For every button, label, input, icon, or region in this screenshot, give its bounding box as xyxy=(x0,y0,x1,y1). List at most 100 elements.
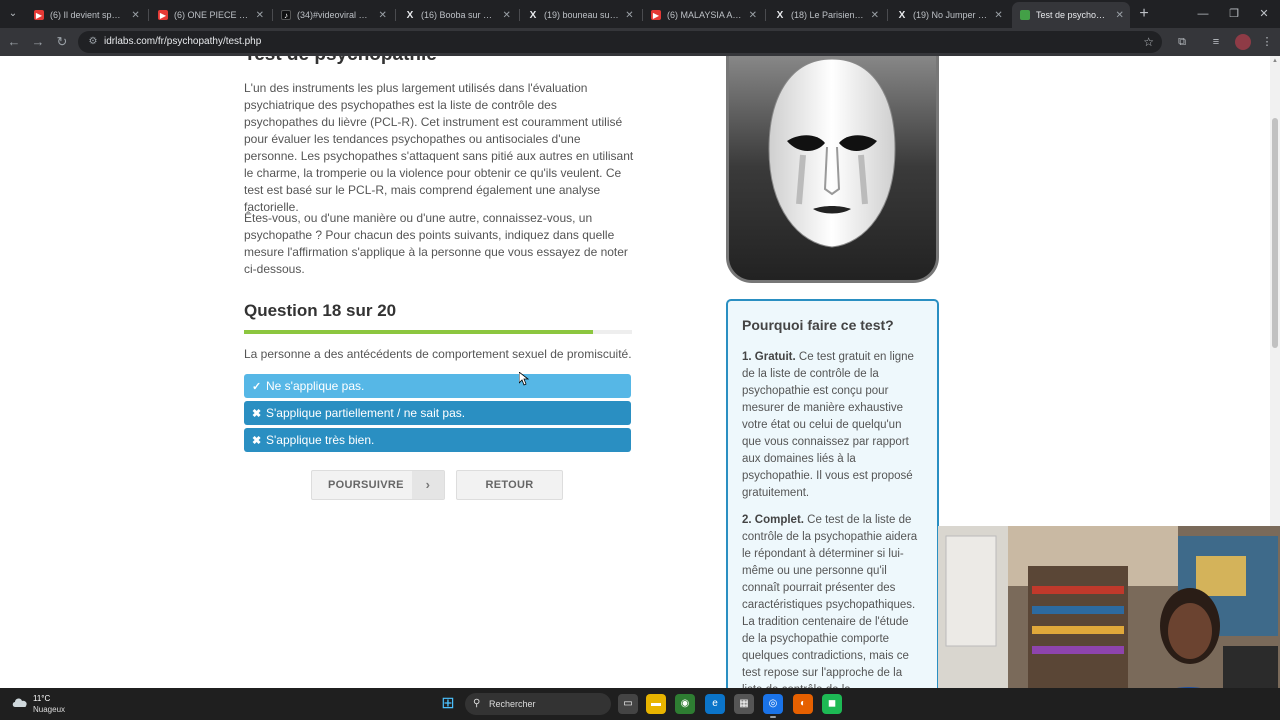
why-title: Pourquoi faire ce test? xyxy=(742,317,894,333)
firefox-icon[interactable]: ◐ xyxy=(793,694,813,714)
question-heading: Question 18 sur 20 xyxy=(244,301,397,320)
close-tab-icon[interactable]: ✕ xyxy=(749,10,757,21)
site-info-icon[interactable]: ⚙ xyxy=(86,35,100,49)
tab-title: (19) No Jumper sur X xyxy=(913,10,988,20)
weather-temperature[interactable]: 11°C xyxy=(33,694,50,703)
tab-title: (18) Le Parisien sur X xyxy=(791,10,865,20)
address-bar[interactable]: ⚙ idrlabs.com/fr/psychopathy/test.php ☆ xyxy=(78,31,1162,53)
restore-icon[interactable]: ❐ xyxy=(1224,5,1244,23)
browser-tab[interactable]: ▶ (6) MALAYSIA AIRLINE ✕ xyxy=(643,4,763,26)
tab-search-chevron-icon[interactable]: ⌄ xyxy=(4,5,22,23)
browser-menu-icon[interactable]: ⋮ xyxy=(1258,33,1276,51)
start-menu-icon[interactable]: ⊞ xyxy=(438,694,458,714)
answer-label: S'applique très bien. xyxy=(266,433,375,447)
browser-tab-strip: ⌄ ▶ (6) Il devient sportif d ✕ ▶ (6) ONE PIE… xyxy=(0,0,1280,28)
browser-tab[interactable]: X (19) No Jumper sur X ✕ xyxy=(889,4,1009,26)
reload-icon[interactable]: ↻ xyxy=(53,33,71,51)
x-icon: X xyxy=(776,9,784,21)
edge-icon[interactable]: e xyxy=(705,694,725,714)
answer-option-very-well[interactable]: ✖ S'applique très bien. xyxy=(244,428,631,452)
x-icon: X xyxy=(898,9,906,21)
x-icon: X xyxy=(529,9,537,21)
browser-tab[interactable]: ♪ (34)#videoviral #tiktok ✕ xyxy=(273,4,393,26)
answer-option-partially[interactable]: ✖ S'applique partiellement / ne sait pas. xyxy=(244,401,631,425)
scroll-up-icon[interactable]: ▲ xyxy=(1270,56,1280,66)
forward-icon[interactable]: → xyxy=(29,33,47,51)
progress-bar xyxy=(244,330,632,334)
tab-title: (6) Il devient sportif d xyxy=(50,10,126,20)
chevron-right-icon: › xyxy=(412,471,444,499)
tab-title: (19) bouneau sur X : xyxy=(544,10,619,20)
back-button[interactable]: RETOUR xyxy=(456,470,563,500)
browser-tab[interactable]: Test de psychopathie ✕ xyxy=(1012,2,1130,28)
xbox-icon[interactable]: ◉ xyxy=(675,694,695,714)
mask-illustration xyxy=(726,56,939,283)
scrollbar-thumb[interactable] xyxy=(1272,118,1278,348)
close-tab-icon[interactable]: ✕ xyxy=(994,10,1003,21)
youtube-icon: ▶ xyxy=(651,10,661,20)
answer-option-not-applicable[interactable]: ✓ Ne s'applique pas. xyxy=(244,374,631,398)
tab-separator xyxy=(887,9,888,21)
close-tab-icon[interactable]: ✕ xyxy=(625,10,634,21)
mouse-cursor-icon xyxy=(519,372,529,386)
bookmark-star-icon[interactable]: ☆ xyxy=(1143,34,1154,50)
check-icon: ✓ xyxy=(252,381,262,393)
close-tab-icon[interactable]: ✕ xyxy=(131,10,140,21)
intro-paragraph: Êtes-vous, ou d'une manière ou d'une aut… xyxy=(244,211,628,276)
close-tab-icon[interactable]: ✕ xyxy=(378,10,387,21)
active-app-indicator xyxy=(770,716,776,718)
browser-tab[interactable]: ▶ (6) ONE PIECE : LA PI ✕ xyxy=(150,4,270,26)
search-icon: ⚲ xyxy=(473,698,481,709)
store-icon[interactable]: ▦ xyxy=(734,694,754,714)
chrome-icon[interactable]: ◎ xyxy=(763,694,783,714)
answer-label: S'applique partiellement / ne sait pas. xyxy=(266,406,466,420)
tab-title: (6) MALAYSIA AIRLINE xyxy=(667,10,743,20)
tab-separator xyxy=(395,9,396,21)
url-text[interactable]: idrlabs.com/fr/psychopathy/test.php xyxy=(104,31,261,53)
minimize-icon[interactable]: — xyxy=(1193,5,1213,23)
x-icon: X xyxy=(406,9,414,21)
taskbar-search-label: Rechercher xyxy=(489,699,536,709)
youtube-icon: ▶ xyxy=(158,10,168,20)
why-point-lead: 1. Gratuit. xyxy=(742,351,796,363)
why-take-test-box: Pourquoi faire ce test? 1. Gratuit. Ce t… xyxy=(726,299,939,688)
app-icon[interactable]: ◼ xyxy=(822,694,842,714)
taskbar-search[interactable]: ⚲ Rechercher xyxy=(465,693,611,715)
why-point: 1. Gratuit. Ce test gratuit en ligne de … xyxy=(742,349,923,502)
browser-tab[interactable]: X (16) Booba sur X : "@ ✕ xyxy=(397,4,517,26)
tab-title: Test de psychopathie xyxy=(1036,10,1109,20)
extensions-icon[interactable]: ⧉ xyxy=(1173,33,1191,51)
close-tab-icon[interactable]: ✕ xyxy=(871,10,879,21)
intro-paragraph: L'un des instruments les plus largement … xyxy=(244,81,634,214)
cross-icon: ✖ xyxy=(252,435,262,447)
tab-separator xyxy=(148,9,149,21)
back-icon[interactable]: ← xyxy=(5,33,23,51)
new-tab-button[interactable]: + xyxy=(1136,5,1152,23)
youtube-icon: ▶ xyxy=(34,10,44,20)
cross-icon: ✖ xyxy=(252,408,262,420)
tab-title: (16) Booba sur X : "@ xyxy=(421,10,496,20)
browser-tab[interactable]: X (18) Le Parisien sur X ✕ xyxy=(767,4,885,26)
task-view-icon[interactable]: ▭ xyxy=(618,694,638,714)
tab-title: (34)#videoviral #tiktok xyxy=(297,10,373,20)
media-controls-icon[interactable]: ≡ xyxy=(1207,33,1225,51)
profile-avatar[interactable] xyxy=(1235,34,1251,50)
answer-label: Ne s'applique pas. xyxy=(266,379,365,393)
close-tab-icon[interactable]: ✕ xyxy=(256,10,264,21)
progress-bar-fill xyxy=(244,330,594,334)
tab-separator xyxy=(765,9,766,21)
why-point-lead: 2. Complet. xyxy=(742,514,804,526)
weather-description[interactable]: Nuageux xyxy=(33,705,65,714)
why-point-text: Ce test de la liste de contrôle de la ps… xyxy=(742,514,918,688)
browser-tab[interactable]: ▶ (6) Il devient sportif d ✕ xyxy=(26,4,146,26)
cloud-icon[interactable] xyxy=(11,696,29,708)
windows-taskbar: 11°C Nuageux ⊞ ⚲ Rechercher ▭ ▬ ◉ e ▦ ◎ … xyxy=(0,688,1280,720)
close-tab-icon[interactable]: ✕ xyxy=(1115,10,1124,21)
close-window-icon[interactable]: ✕ xyxy=(1254,5,1274,23)
browser-tab[interactable]: X (19) bouneau sur X : ✕ xyxy=(520,4,640,26)
close-tab-icon[interactable]: ✕ xyxy=(502,10,511,21)
file-explorer-icon[interactable]: ▬ xyxy=(646,694,666,714)
why-point-text: Ce test gratuit en ligne de la liste de … xyxy=(742,351,914,499)
continue-button[interactable]: POURSUIVRE › xyxy=(311,470,445,500)
question-text: La personne a des antécédents de comport… xyxy=(244,347,632,361)
